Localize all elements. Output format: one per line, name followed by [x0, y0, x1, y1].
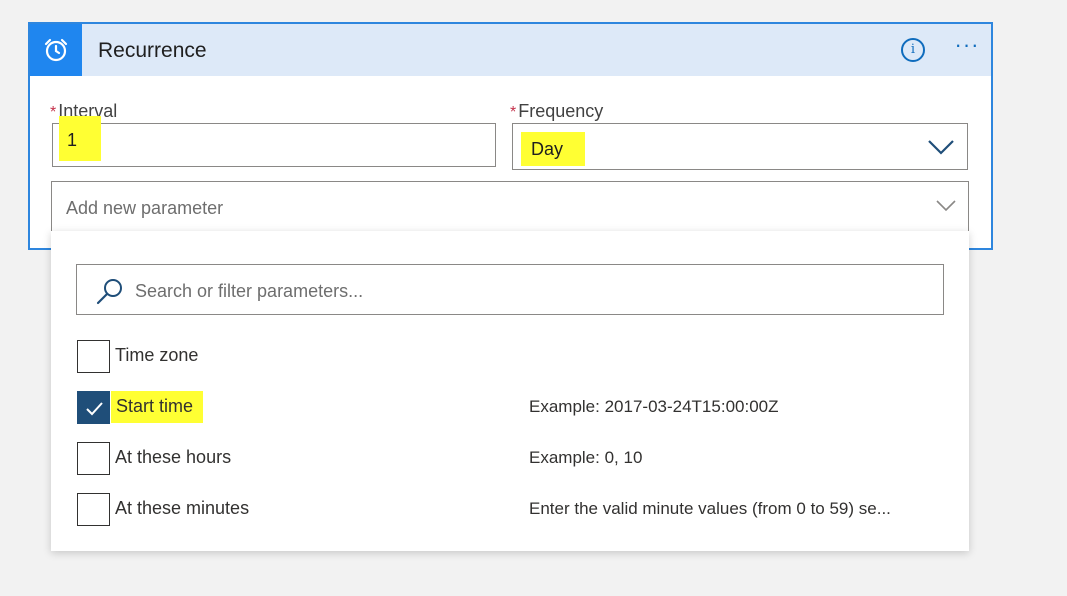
- interval-value-highlight: 1: [59, 116, 102, 161]
- chevron-down-icon: [936, 200, 956, 212]
- more-options-button[interactable]: ···: [950, 32, 984, 62]
- required-marker: *: [510, 104, 517, 121]
- option-label: At these minutes: [115, 498, 250, 518]
- add-parameter-placeholder: Add new parameter: [66, 198, 224, 218]
- frequency-value-highlight: Day: [521, 132, 586, 166]
- required-marker: *: [50, 104, 57, 121]
- card-title: Recurrence: [98, 39, 207, 62]
- option-label: Time zone: [115, 345, 199, 365]
- start-time-checkbox[interactable]: [77, 391, 110, 424]
- search-box[interactable]: [76, 264, 944, 315]
- info-icon[interactable]: i: [901, 38, 925, 62]
- option-example: Example: 0, 10: [529, 448, 643, 467]
- option-row-at-these-minutes[interactable]: At these minutes Enter the valid minute …: [77, 493, 947, 527]
- time-zone-checkbox[interactable]: [77, 340, 110, 373]
- frequency-label: * Frequency: [510, 101, 603, 122]
- search-icon: [96, 279, 122, 305]
- option-example: Example: 2017-03-24T15:00:00Z: [529, 397, 779, 416]
- alarm-clock-icon: [30, 24, 82, 76]
- add-parameter-dropdown[interactable]: Add new parameter: [51, 181, 969, 232]
- frequency-value: Day: [531, 139, 564, 159]
- option-row-at-these-hours[interactable]: At these hours Example: 0, 10: [77, 442, 947, 476]
- interval-value: 1: [67, 130, 78, 150]
- at-these-minutes-checkbox[interactable]: [77, 493, 110, 526]
- option-label: Start time: [111, 391, 204, 423]
- card-header[interactable]: Recurrence i ···: [30, 24, 991, 76]
- parameter-dropdown-panel: Time zone Start time Example: 2017-03-24…: [51, 231, 969, 551]
- frequency-select[interactable]: Day: [512, 123, 968, 170]
- search-input[interactable]: [135, 279, 915, 303]
- option-label: At these hours: [115, 447, 232, 467]
- option-example: Enter the valid minute values (from 0 to…: [529, 499, 891, 518]
- checkmark-icon: [86, 402, 103, 416]
- frequency-label-text: Frequency: [518, 101, 604, 121]
- option-row-start-time[interactable]: Start time Example: 2017-03-24T15:00:00Z: [77, 391, 947, 425]
- chevron-down-icon: [928, 140, 954, 155]
- option-row-time-zone[interactable]: Time zone: [77, 340, 947, 374]
- interval-input[interactable]: 1: [52, 116, 496, 167]
- at-these-hours-checkbox[interactable]: [77, 442, 110, 475]
